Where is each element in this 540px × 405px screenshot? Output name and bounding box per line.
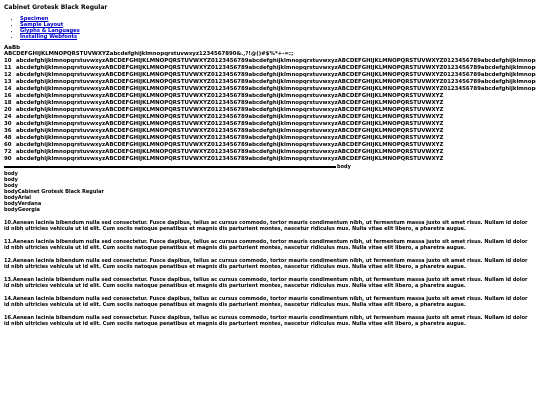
sample-text: abcdefghijklmnopqrstuvwxyzABCDEFGHIJKLMN… <box>16 107 444 113</box>
nav-link-installing-webfonts[interactable]: Installing Webfonts <box>20 34 77 40</box>
paragraph-text: Aenean lacinia bibendum nulla sed consec… <box>4 258 528 270</box>
waterfall-row: 16 abcdefghijklmnopqrstuvwxyzABCDEFGHIJKL… <box>4 93 536 100</box>
size-label: 60 <box>4 142 12 148</box>
sample-text: abcdefghijklmnopqrstuvwxyzABCDEFGHIJKLMN… <box>16 142 444 148</box>
sample-text: abcdefghijklmnopqrstuvwxyzABCDEFGHIJKLMN… <box>16 79 536 85</box>
sample-text: abcdefghijklmnopqrstuvwxyzABCDEFGHIJKLMN… <box>16 156 444 162</box>
paragraph-sample: 12.Aenean lacinia bibendum nulla sed con… <box>4 258 532 270</box>
waterfall-row: 20 abcdefghijklmnopqrstuvwxyzABCDEFGHIJKL… <box>4 107 536 114</box>
size-label: 16 <box>4 93 12 99</box>
waterfall-row: 18 abcdefghijklmnopqrstuvwxyzABCDEFGHIJKL… <box>4 100 536 107</box>
waterfall-row: 90 abcdefghijklmnopqrstuvwxyzABCDEFGHIJKL… <box>4 156 536 163</box>
sample-text: abcdefghijklmnopqrstuvwxyzABCDEFGHIJKLMN… <box>16 86 536 92</box>
paragraph-sample: 11.Aenean lacinia bibendum nulla sed con… <box>4 239 532 251</box>
body-samples: body body body bodyCabinet Grotesk Black Re… <box>4 171 536 213</box>
character-set: ABCDEFGHIJKLMNOPQRSTUVWXYZabcdefghijklmn… <box>4 51 294 57</box>
waterfall-row: 13 abcdefghijklmnopqrstuvwxyzABCDEFGHIJKL… <box>4 79 536 86</box>
size-label: 72 <box>4 149 12 155</box>
page-title: Cabinet Grotesk Black Regular <box>4 4 108 11</box>
sample-text: abcdefghijklmnopqrstuvwxyzABCDEFGHIJKLMN… <box>16 135 444 141</box>
size-label: 20 <box>4 107 12 113</box>
waterfall-row: 48 abcdefghijklmnopqrstuvwxyzABCDEFGHIJKL… <box>4 135 536 142</box>
sample-text: abcdefghijklmnopqrstuvwxyzABCDEFGHIJKLMN… <box>16 65 536 71</box>
paragraph-samples: 10.Aenean lacinia bibendum nulla sed con… <box>4 220 536 327</box>
size-label: 12 <box>4 72 12 78</box>
paragraph-sample: 16.Aenean lacinia bibendum nulla sed con… <box>4 315 532 327</box>
sample-text: abcdefghijklmnopqrstuvwxyzABCDEFGHIJKLMN… <box>16 72 536 78</box>
waterfall-row: 60 abcdefghijklmnopqrstuvwxyzABCDEFGHIJKL… <box>4 142 536 149</box>
size-label: 11 <box>4 65 12 71</box>
sample-text: abcdefghijklmnopqrstuvwxyzABCDEFGHIJKLMN… <box>16 128 444 134</box>
sample-text: abcdefghijklmnopqrstuvwxyzABCDEFGHIJKLMN… <box>16 93 444 99</box>
nav-item: Installing Webfonts <box>20 34 536 40</box>
waterfall-row: 14 abcdefghijklmnopqrstuvwxyzABCDEFGHIJKL… <box>4 86 536 93</box>
nav-list: Specimen Sample Layout Glyphs & Language… <box>20 16 536 40</box>
size-label: 36 <box>4 128 12 134</box>
sample-text: abcdefghijklmnopqrstuvwxyzABCDEFGHIJKLMN… <box>16 100 444 106</box>
paragraph-sample: 14.Aenean lacinia bibendum nulla sed con… <box>4 296 532 308</box>
bar-label: body <box>337 164 351 170</box>
specimen-page: Cabinet Grotesk Black Regular Specimen S… <box>4 0 536 327</box>
waterfall-row: 11 abcdefghijklmnopqrstuvwxyzABCDEFGHIJKL… <box>4 65 536 72</box>
paragraph-text: Aenean lacinia bibendum nulla sed consec… <box>4 239 528 251</box>
bar-row: body <box>4 163 536 171</box>
size-label: 18 <box>4 100 12 106</box>
waterfall-row: 36 abcdefghijklmnopqrstuvwxyzABCDEFGHIJKL… <box>4 128 536 135</box>
waterfall-row: 12 abcdefghijklmnopqrstuvwxyzABCDEFGHIJKL… <box>4 72 536 79</box>
paragraph-text: Aenean lacinia bibendum nulla sed consec… <box>4 220 528 232</box>
size-label: 48 <box>4 135 12 141</box>
sample-text: abcdefghijklmnopqrstuvwxyzABCDEFGHIJKLMN… <box>16 121 444 127</box>
divider-bar <box>4 166 336 168</box>
paragraph-text: Aenean lacinia bibendum nulla sed consec… <box>4 315 528 327</box>
waterfall-row: 72 abcdefghijklmnopqrstuvwxyzABCDEFGHIJKL… <box>4 149 536 156</box>
waterfall: 10 abcdefghijklmnopqrstuvwxyzABCDEFGHIJKL… <box>4 58 536 163</box>
paragraph-sample: 13.Aenean lacinia bibendum nulla sed con… <box>4 277 532 289</box>
size-label: 90 <box>4 156 12 162</box>
size-label: 24 <box>4 114 12 120</box>
size-label: 10 <box>4 58 12 64</box>
sample-text: abcdefghijklmnopqrstuvwxyzABCDEFGHIJKLMN… <box>16 58 536 64</box>
waterfall-row: 10 abcdefghijklmnopqrstuvwxyzABCDEFGHIJKL… <box>4 58 536 65</box>
size-label: 30 <box>4 121 12 127</box>
sample-text: abcdefghijklmnopqrstuvwxyzABCDEFGHIJKLMN… <box>16 114 444 120</box>
waterfall-row: 30 abcdefghijklmnopqrstuvwxyzABCDEFGHIJKL… <box>4 121 536 128</box>
sample-text: abcdefghijklmnopqrstuvwxyzABCDEFGHIJKLMN… <box>16 149 444 155</box>
paragraph-text: Aenean lacinia bibendum nulla sed consec… <box>4 296 528 308</box>
waterfall-row: 24 abcdefghijklmnopqrstuvwxyzABCDEFGHIJKL… <box>4 114 536 121</box>
paragraph-sample: 10.Aenean lacinia bibendum nulla sed con… <box>4 220 532 232</box>
size-label: 13 <box>4 79 12 85</box>
paragraph-text: Aenean lacinia bibendum nulla sed consec… <box>4 277 528 289</box>
body-line: bodyGeorgia <box>4 207 40 213</box>
size-label: 14 <box>4 86 12 92</box>
